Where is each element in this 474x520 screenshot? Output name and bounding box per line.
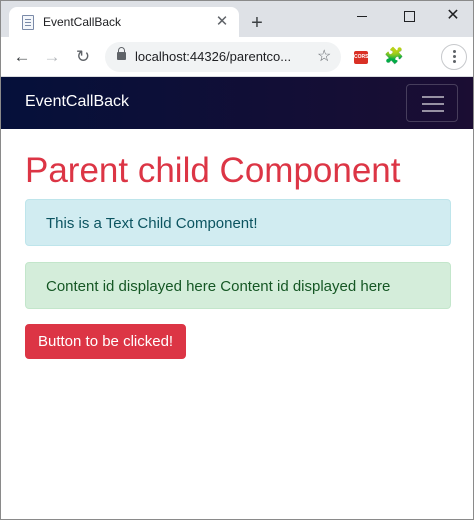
reload-icon[interactable]: ↻ xyxy=(73,47,93,67)
window-close-icon[interactable]: ✕ xyxy=(441,6,465,26)
hamburger-icon xyxy=(422,96,444,98)
page-title: Parent child Component xyxy=(25,151,401,190)
forward-arrow-icon[interactable]: → xyxy=(42,47,62,67)
lock-icon[interactable] xyxy=(117,47,126,60)
page-icon xyxy=(22,15,34,30)
minimize-icon[interactable] xyxy=(350,6,374,26)
browser-toolbar: ← → ↻ localhost:44326/parentco... ☆ CORS… xyxy=(1,37,473,77)
click-button[interactable]: Button to be clicked! xyxy=(25,324,187,359)
app-navbar: EventCallBack xyxy=(1,77,473,129)
puzzle-icon[interactable]: 🧩 xyxy=(384,47,404,67)
tab-strip: EventCallBack ✕ + ✕ xyxy=(1,1,473,37)
new-tab-icon[interactable]: + xyxy=(247,13,267,33)
navbar-toggler-button[interactable] xyxy=(406,84,458,122)
url-text[interactable]: localhost:44326/parentco... xyxy=(135,49,315,64)
star-icon[interactable]: ☆ xyxy=(317,47,331,67)
success-alert: Content id displayed here Content id dis… xyxy=(25,262,451,309)
cors-extension-icon[interactable]: CORS xyxy=(354,51,368,64)
main-content: Parent child Component This is a Text Ch… xyxy=(1,129,473,519)
browser-window: EventCallBack ✕ + ✕ ← → ↻ localhost:4432… xyxy=(0,0,474,520)
maximize-icon[interactable] xyxy=(397,6,421,26)
info-alert: This is a Text Child Component! xyxy=(25,199,451,246)
tab-title: EventCallBack xyxy=(43,15,122,29)
address-bar[interactable]: localhost:44326/parentco... ☆ xyxy=(105,42,341,72)
kebab-menu-icon[interactable] xyxy=(441,44,467,70)
back-arrow-icon[interactable]: ← xyxy=(12,47,32,67)
browser-tab[interactable]: EventCallBack ✕ xyxy=(9,7,239,37)
navbar-brand[interactable]: EventCallBack xyxy=(25,93,129,111)
tab-close-icon[interactable]: ✕ xyxy=(213,13,231,31)
